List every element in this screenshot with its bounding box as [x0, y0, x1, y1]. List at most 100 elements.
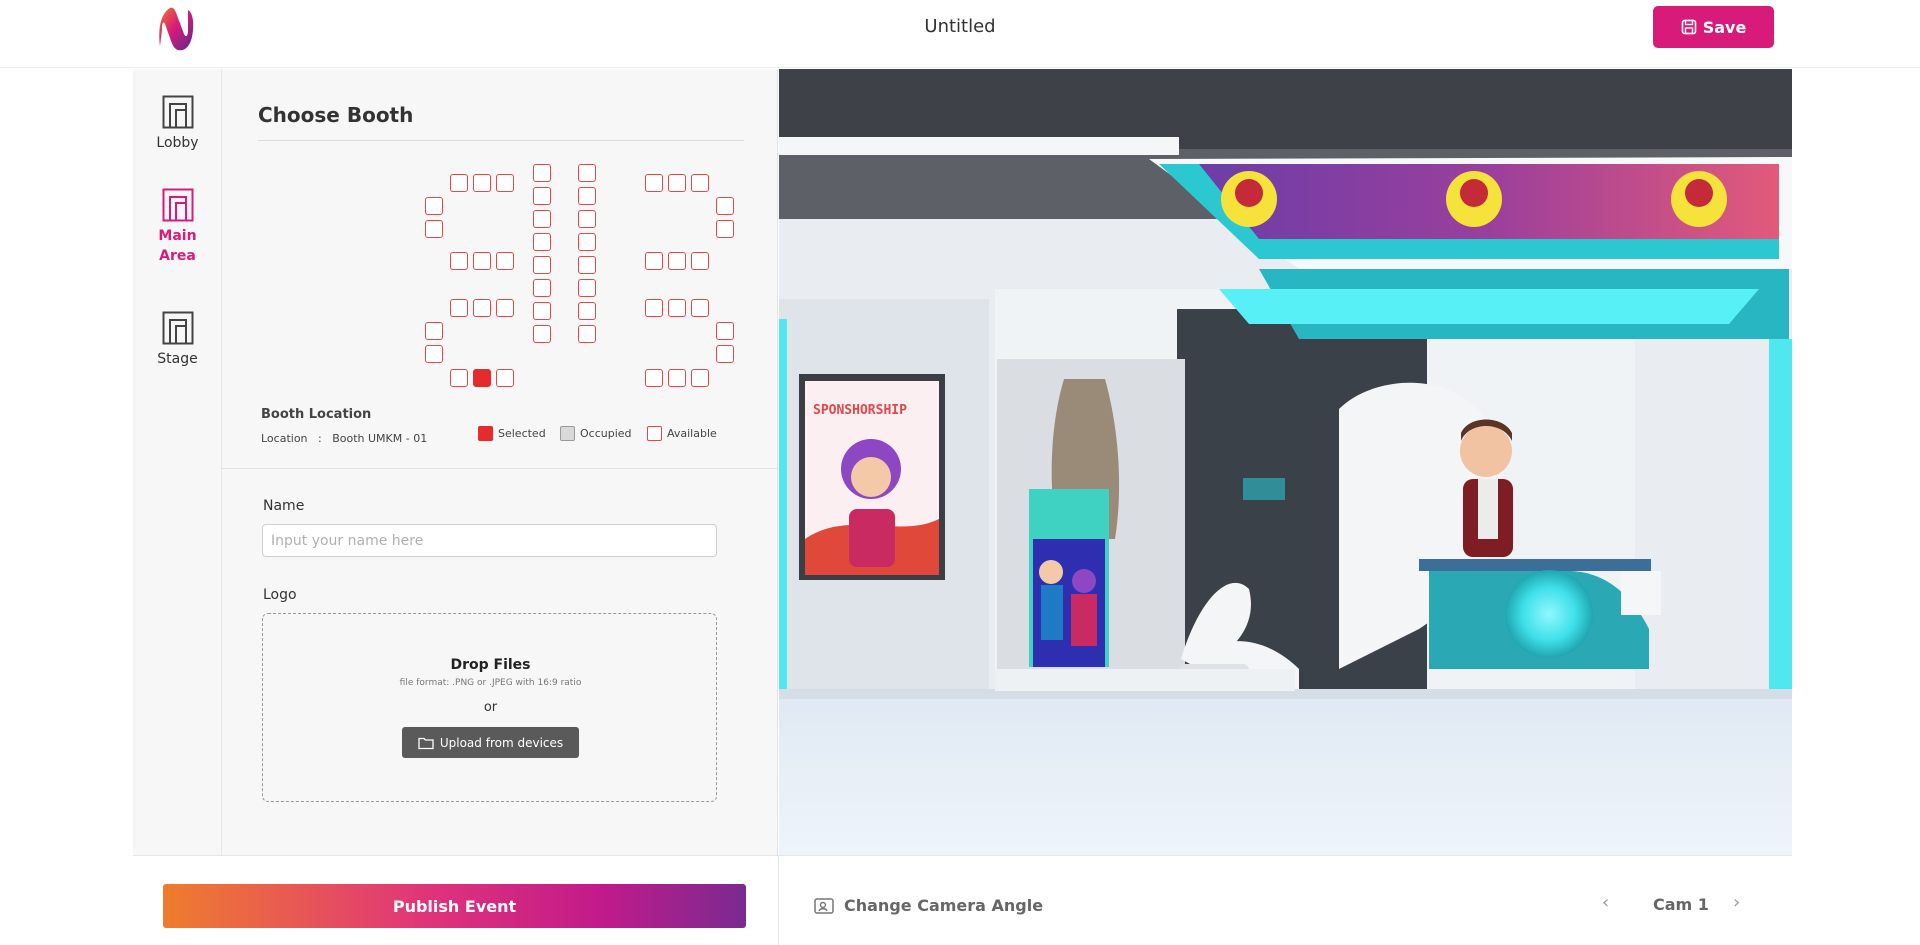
booth-seat[interactable]	[496, 369, 514, 387]
section-divider	[222, 468, 778, 469]
booth-seat[interactable]	[496, 252, 514, 270]
booth-seat[interactable]	[533, 233, 551, 251]
booth-location-value: Location : Booth UMKM - 01	[261, 432, 427, 445]
booth-seat[interactable]	[716, 322, 734, 340]
booth-seat[interactable]	[496, 174, 514, 192]
logo-dropzone[interactable]: Drop Files file format: .PNG or .JPEG wi…	[262, 613, 717, 802]
booth-location-title: Booth Location	[261, 407, 372, 422]
booth-seat[interactable]	[450, 174, 468, 192]
bottom-bar: Publish Event Change Camera Angle ‹ Cam …	[133, 855, 1792, 945]
legend-occupied-swatch	[560, 426, 575, 441]
title-divider	[258, 140, 744, 141]
booth-seat[interactable]	[716, 345, 734, 363]
save-icon	[1681, 19, 1696, 35]
booth-seat[interactable]	[668, 299, 686, 317]
booth-preview[interactable]: SPONSHORSHIP	[779, 69, 1792, 855]
booth-seat[interactable]	[578, 187, 596, 205]
booth-seat[interactable]	[578, 233, 596, 251]
booth-seat[interactable]	[578, 256, 596, 274]
booth-seat[interactable]	[425, 322, 443, 340]
booth-seat[interactable]	[533, 187, 551, 205]
booth-seat[interactable]	[473, 174, 491, 192]
drop-or: or	[483, 700, 498, 715]
upload-label: Upload from devices	[439, 735, 564, 750]
camera-value: Cam 1	[1653, 895, 1709, 914]
legend-occupied-label: Occupied	[580, 427, 632, 440]
booth-seat[interactable]	[450, 252, 468, 270]
booth-seat[interactable]	[425, 345, 443, 363]
chevron-left-icon[interactable]: ‹	[1602, 892, 1609, 913]
legend-available-label: Available	[667, 427, 717, 440]
booth-seat[interactable]	[645, 369, 663, 387]
legend-selected-label: Selected	[498, 427, 546, 440]
folder-icon	[418, 737, 434, 749]
booth-seat[interactable]	[496, 299, 514, 317]
booth-icon	[162, 311, 193, 345]
booth-icon	[162, 95, 193, 129]
location-separator: :	[307, 432, 333, 445]
booth-seat[interactable]	[668, 369, 686, 387]
booth-scene-image: SPONSHORSHIP	[779, 69, 1792, 855]
booth-seat[interactable]	[645, 252, 663, 270]
booth-icon	[162, 188, 193, 222]
nav-item-stage[interactable]: Stage	[133, 311, 222, 369]
nav-label-main-area: Main Area	[158, 228, 197, 264]
booth-seat[interactable]	[533, 325, 551, 343]
booth-seat[interactable]	[533, 279, 551, 297]
booth-seat[interactable]	[645, 174, 663, 192]
booth-seat[interactable]	[425, 197, 443, 215]
booth-seat[interactable]	[533, 210, 551, 228]
booth-seat[interactable]	[691, 174, 709, 192]
booth-seat[interactable]	[473, 252, 491, 270]
booth-panel: Choose Booth Booth Location Location : B…	[222, 69, 778, 855]
nav-item-main-area[interactable]: Main Area	[133, 188, 222, 266]
event-title: Untitled	[924, 16, 996, 37]
chevron-right-icon[interactable]: ›	[1733, 892, 1740, 913]
booth-seat[interactable]	[473, 299, 491, 317]
logo-label: Logo	[263, 587, 297, 603]
booth-seat[interactable]	[668, 174, 686, 192]
legend-selected-swatch	[478, 426, 493, 441]
app-header: Untitled Save	[0, 0, 1920, 68]
name-input[interactable]	[262, 524, 717, 557]
booth-seat[interactable]	[716, 220, 734, 238]
booth-seat[interactable]	[533, 164, 551, 182]
booth-seat[interactable]	[691, 252, 709, 270]
location-label: Location	[261, 432, 308, 445]
booth-seat[interactable]	[450, 369, 468, 387]
booth-seat[interactable]	[578, 302, 596, 320]
booth-seat[interactable]	[716, 197, 734, 215]
booth-seat[interactable]	[691, 299, 709, 317]
booth-seat[interactable]	[578, 164, 596, 182]
nav-label-stage: Stage	[157, 351, 198, 367]
booth-seat[interactable]	[425, 220, 443, 238]
booth-seat[interactable]	[533, 302, 551, 320]
booth-seat[interactable]	[645, 299, 663, 317]
save-label: Save	[1702, 17, 1747, 37]
booth-seat[interactable]	[668, 252, 686, 270]
nav-item-lobby[interactable]: Lobby	[133, 95, 222, 153]
brand-logo[interactable]	[148, 0, 204, 56]
legend-selected: Selected	[478, 426, 546, 441]
legend-available: Available	[647, 426, 717, 441]
location-value: Booth UMKM - 01	[332, 432, 428, 445]
booth-seat-selected[interactable]	[473, 369, 491, 387]
camera-icon	[814, 897, 834, 914]
publish-event-button[interactable]: Publish Event	[163, 884, 746, 928]
booth-seat[interactable]	[578, 325, 596, 343]
booth-seat[interactable]	[578, 279, 596, 297]
drop-title: Drop Files	[450, 657, 531, 673]
change-camera-angle-button[interactable]: Change Camera Angle	[814, 896, 1043, 915]
save-button[interactable]: Save	[1653, 6, 1774, 48]
booth-seat[interactable]	[533, 256, 551, 274]
booth-seat[interactable]	[691, 369, 709, 387]
upload-button[interactable]: Upload from devices	[402, 727, 579, 758]
legend-available-swatch	[647, 426, 662, 441]
camera-angle-label: Change Camera Angle	[844, 896, 1044, 915]
booth-seat[interactable]	[450, 299, 468, 317]
booth-seat[interactable]	[578, 210, 596, 228]
area-navigation: Lobby Main Area Stage	[133, 69, 222, 855]
sponsorship-banner-text: SPONSHORSHIP	[813, 403, 907, 418]
nav-label-lobby: Lobby	[156, 135, 199, 151]
bottom-divider	[778, 856, 779, 945]
